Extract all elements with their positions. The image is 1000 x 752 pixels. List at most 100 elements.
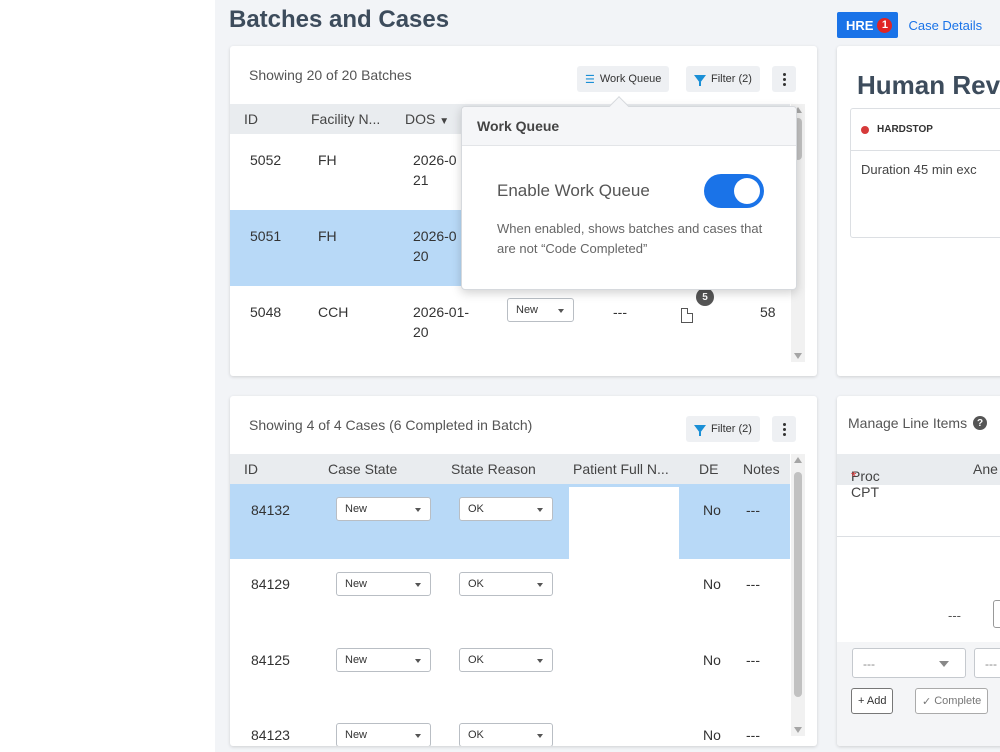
document-count-badge: 5: [696, 288, 714, 306]
cases-count: Showing 4 of 4 Cases (6 Completed in Bat…: [249, 417, 533, 433]
batch-facility: CCH: [318, 304, 349, 320]
batches-filter-button[interactable]: Filter (2): [686, 66, 760, 92]
case-notes: ---: [746, 576, 760, 592]
line-items-title-text: Manage Line Items: [848, 415, 968, 431]
col-header-case-state[interactable]: Case State: [328, 461, 397, 477]
batch-dos: 2026-01-: [413, 304, 470, 320]
case-state-select[interactable]: New: [336, 497, 431, 521]
scroll-up-icon[interactable]: [794, 457, 802, 463]
filter-icon: [694, 75, 706, 86]
col-header-dos[interactable]: DOS ▼: [405, 111, 449, 127]
divider: [837, 536, 1000, 537]
case-row[interactable]: 84123 New OK No ---: [230, 709, 790, 746]
tab-hre[interactable]: HRE 1: [837, 12, 899, 38]
hardstop-header: HARDSTOP: [851, 109, 1000, 151]
case-state-select[interactable]: New: [336, 723, 431, 746]
help-icon[interactable]: ?: [973, 416, 988, 430]
line-items-card: Manage Line Items ? Proc CPT * Ane --- -…: [837, 396, 1000, 746]
complete-button-label: Complete: [934, 695, 982, 707]
cases-card-header: Showing 4 of 4 Cases (6 Completed in Bat…: [230, 396, 817, 454]
page-title: Batches and Cases: [229, 6, 450, 33]
col-header-de[interactable]: DE: [699, 461, 718, 477]
case-id: 84125: [251, 652, 290, 668]
batches-card-header: Showing 20 of 20 Batches ☰ Work Queue Fi…: [230, 46, 817, 104]
filter-button-label: Filter (2): [711, 73, 752, 85]
case-de: No: [703, 502, 721, 518]
col-header-notes[interactable]: Notes: [743, 461, 780, 477]
col-header-facility[interactable]: Facility N...: [311, 111, 380, 127]
complete-button[interactable]: ✓ Complete: [915, 688, 989, 714]
case-state-value: New: [345, 729, 368, 741]
batch-dos-line2: 20: [413, 248, 429, 264]
hre-count-badge: 1: [877, 17, 893, 33]
state-reason-select[interactable]: OK: [459, 723, 553, 746]
work-queue-popover: Work Queue Enable Work Queue When enable…: [461, 96, 797, 290]
batch-id: 5051: [250, 228, 282, 244]
state-reason-select[interactable]: OK: [459, 497, 553, 521]
batch-facility: FH: [318, 228, 337, 244]
case-state-value: New: [345, 654, 368, 666]
case-row-selected[interactable]: 84132 New OK No ---: [230, 484, 790, 559]
cases-scrollbar[interactable]: [791, 454, 805, 736]
case-state-select[interactable]: New: [336, 648, 431, 672]
ane-select[interactable]: ---: [974, 648, 1000, 678]
toggle-knob: [734, 178, 760, 204]
filter-button-label: Filter (2): [711, 423, 752, 435]
col-header-patient-name[interactable]: Patient Full N...: [573, 461, 669, 477]
check-icon: ✓: [922, 695, 932, 708]
state-reason-select[interactable]: OK: [459, 572, 553, 596]
case-de: No: [703, 576, 721, 592]
case-notes: ---: [746, 652, 760, 668]
work-queue-description: When enabled, shows batches and cases th…: [497, 221, 763, 256]
case-row[interactable]: 84129 New OK No ---: [230, 559, 790, 634]
state-reason-value: OK: [468, 503, 484, 515]
case-de: No: [703, 652, 721, 668]
batch-row[interactable]: 5048 CCH 2026-01- 20 New --- 5 58: [230, 286, 790, 376]
add-line-button[interactable]: + Add: [851, 688, 894, 714]
work-queue-toggle[interactable]: [704, 174, 764, 208]
hardstop-box: HARDSTOP Duration 45 min exc: [850, 108, 1000, 238]
state-reason-value: OK: [468, 729, 484, 741]
cases-filter-button[interactable]: Filter (2): [686, 416, 760, 442]
case-id: 84123: [251, 727, 290, 743]
human-review-title: Human Rev: [857, 70, 1000, 100]
line-item-input[interactable]: [993, 600, 1000, 628]
col-header-id[interactable]: ID: [244, 461, 258, 477]
document-icon[interactable]: [681, 308, 693, 323]
proc-cpt-select[interactable]: ---: [852, 648, 966, 678]
work-queue-button[interactable]: ☰ Work Queue: [577, 66, 670, 92]
case-row[interactable]: 84125 New OK No ---: [230, 634, 790, 709]
case-id: 84129: [251, 576, 290, 592]
patient-name-cell: [569, 487, 679, 559]
cases-card: Showing 4 of 4 Cases (6 Completed in Bat…: [230, 396, 817, 746]
case-notes: ---: [746, 502, 760, 518]
required-marker: *: [851, 468, 857, 484]
batch-id: 5052: [250, 152, 282, 168]
batch-dos-line2: 21: [413, 172, 429, 188]
batch-dos: 2026-0: [413, 228, 457, 244]
scrollbar-thumb[interactable]: [794, 472, 802, 697]
case-state-value: New: [345, 503, 368, 515]
scroll-down-icon[interactable]: [794, 353, 802, 359]
work-queue-toggle-label: Enable Work Queue: [497, 181, 650, 200]
batch-reason: ---: [613, 304, 627, 320]
cases-more-menu-button[interactable]: [772, 416, 796, 442]
case-state-select[interactable]: New: [336, 572, 431, 596]
scroll-down-icon[interactable]: [794, 727, 802, 733]
hardstop-label: HARDSTOP: [877, 124, 933, 135]
col-header-id[interactable]: ID: [244, 111, 258, 127]
line-items-title: Manage Line Items ?: [848, 415, 988, 431]
col-header-state-reason[interactable]: State Reason: [451, 461, 536, 477]
right-panel-tabs: HRE 1 Case Details: [837, 12, 982, 38]
batch-state-value: New: [516, 304, 539, 316]
case-state-value: New: [345, 578, 368, 590]
status-dot-icon: [861, 125, 869, 134]
tab-case-details[interactable]: Case Details: [908, 18, 982, 33]
popover-title: Work Queue: [462, 107, 796, 146]
work-queue-button-label: Work Queue: [599, 73, 662, 85]
state-reason-select[interactable]: OK: [459, 648, 553, 672]
batch-state-select[interactable]: New: [507, 298, 574, 322]
batches-more-menu-button[interactable]: [772, 66, 796, 92]
line-items-table-header: Proc CPT * Ane: [837, 454, 1000, 500]
human-review-card: Human Rev HARDSTOP Duration 45 min exc: [837, 46, 1000, 376]
